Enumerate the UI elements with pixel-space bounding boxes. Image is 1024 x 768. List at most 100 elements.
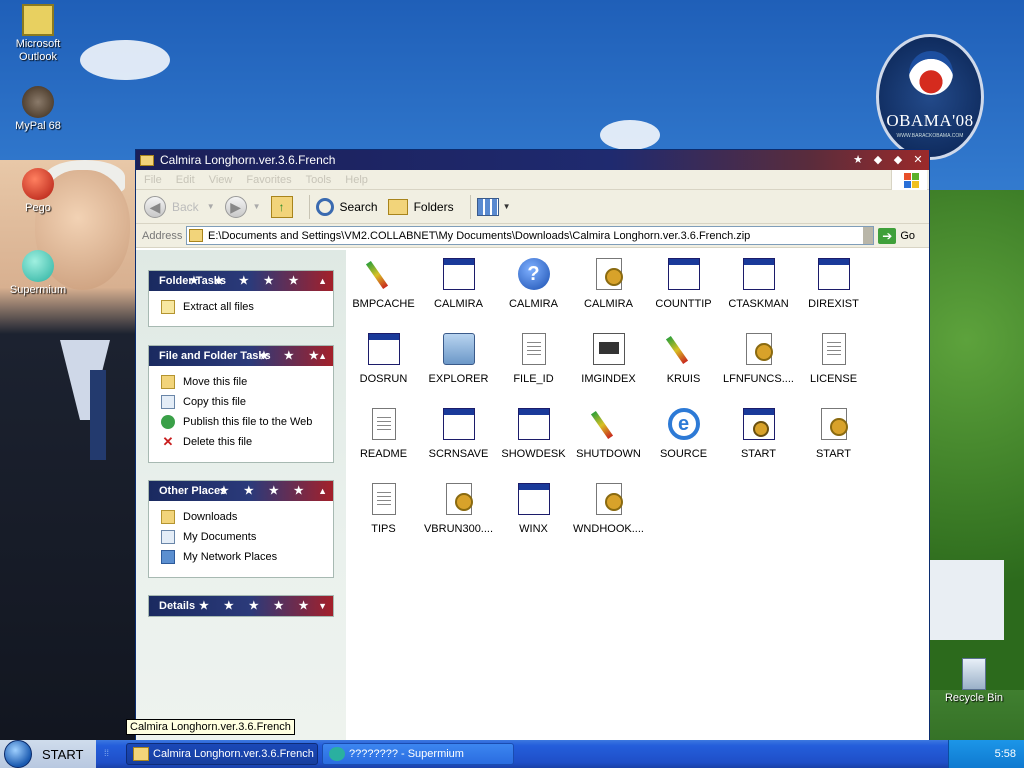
star-icon[interactable]: ★	[849, 152, 867, 168]
file-name: VBRUN300....	[423, 523, 494, 535]
file-item[interactable]: WINX	[496, 483, 571, 535]
file-item[interactable]: WNDHOOK....	[571, 483, 646, 535]
chevron-down-icon: ▼	[502, 202, 511, 211]
menu-help[interactable]: Help	[345, 174, 368, 186]
start-button[interactable]: START	[0, 740, 96, 768]
file-item[interactable]: COUNTTIP	[646, 258, 721, 310]
task-pane: Folder Tasks ★ ★ ★ ★ ★ ▲ Extract all fil…	[136, 250, 346, 740]
details-header[interactable]: Details ★ ★ ★ ★ ★ ▼	[149, 596, 333, 616]
back-button[interactable]: ◀ Back ▼	[144, 195, 215, 218]
desktop-icon-recycle-bin[interactable]: Recycle Bin	[936, 658, 1012, 705]
back-arrow-icon: ◀	[144, 195, 166, 218]
task-extract-all[interactable]: Extract all files	[149, 297, 333, 317]
place-label: My Network Places	[183, 551, 278, 563]
file-name: BMPCACHE	[352, 298, 415, 310]
file-item[interactable]: DOSRUN	[346, 333, 421, 385]
file-name: CALMIRA	[434, 298, 483, 310]
folders-button[interactable]: Folders	[387, 198, 454, 215]
place-downloads[interactable]: Downloads	[149, 507, 333, 527]
file-item[interactable]: START	[796, 408, 871, 460]
desktop-icon-outlook[interactable]: Microsoft Outlook	[0, 4, 76, 64]
go-button[interactable]: ➔ Go	[878, 227, 915, 244]
other-places-header[interactable]: Other Places ★ ★ ★ ★ ▲	[149, 481, 333, 501]
text-document-icon	[821, 333, 846, 365]
close-button[interactable]: ✕	[909, 152, 927, 168]
file-folder-tasks-header[interactable]: File and Folder Tasks ★ ★ ★ ▲	[149, 346, 333, 366]
desktop-house	[924, 560, 1004, 640]
place-network-places[interactable]: My Network Places	[149, 547, 333, 567]
collapse-icon[interactable]: ▲	[318, 271, 327, 291]
window-titlebar[interactable]: Calmira Longhorn.ver.3.6.French ★ ◆ ◆ ✕	[136, 150, 929, 170]
file-item[interactable]: EXPLORER	[421, 333, 496, 385]
task-publish-web[interactable]: Publish this file to the Web	[149, 412, 333, 432]
file-item[interactable]: TIPS	[346, 483, 421, 535]
file-item[interactable]: LICENSE	[796, 333, 871, 385]
maximize-button[interactable]: ◆	[889, 152, 907, 168]
supermium-icon	[329, 747, 345, 761]
stars-decoration: ★ ★ ★ ★	[219, 485, 310, 497]
views-icon	[476, 197, 499, 216]
my-documents-icon	[161, 530, 175, 544]
file-item[interactable]: CALMIRA	[571, 258, 646, 310]
file-name: SHUTDOWN	[576, 448, 641, 460]
application-window-icon	[442, 258, 475, 290]
task-delete-file[interactable]: ✕ Delete this file	[149, 432, 333, 452]
forward-button[interactable]: ▶ ▼	[224, 195, 261, 218]
collapse-icon[interactable]: ▲	[318, 346, 327, 366]
desktop-icon-supermium[interactable]: Supermium	[0, 250, 76, 297]
minimize-button[interactable]: ◆	[869, 152, 887, 168]
clock[interactable]: 5:58	[995, 748, 1016, 760]
file-item[interactable]: LFNFUNCS....	[721, 333, 796, 385]
task-move-file[interactable]: Move this file	[149, 372, 333, 392]
file-name: LFNFUNCS....	[723, 373, 794, 385]
menu-favorites[interactable]: Favorites	[246, 174, 291, 186]
toolbar-separator	[469, 194, 471, 219]
desktop-photo-person	[0, 160, 135, 740]
file-item[interactable]: BMPCACHE	[346, 258, 421, 310]
file-item[interactable]: CALMIRA	[421, 258, 496, 310]
file-item[interactable]: DIREXIST	[796, 258, 871, 310]
file-name: COUNTTIP	[655, 298, 712, 310]
taskbar-button-supermium[interactable]: ???????? - Supermium	[322, 743, 514, 765]
text-document-icon	[371, 408, 396, 440]
file-item[interactable]: IMGINDEX	[571, 333, 646, 385]
place-my-documents[interactable]: My Documents	[149, 527, 333, 547]
taskbar-button-explorer[interactable]: Calmira Longhorn.ver.3.6.French	[126, 743, 318, 765]
file-item[interactable]: SCRNSAVE	[421, 408, 496, 460]
campaign-badge: OBAMA'08 WWW.BARACKOBAMA.COM	[876, 34, 984, 160]
file-item[interactable]: KRUIS	[646, 333, 721, 385]
folder-icon	[133, 747, 149, 761]
desktop-icon-pego[interactable]: Pego	[0, 168, 76, 215]
file-name: CALMIRA	[584, 298, 633, 310]
file-name: SHOWDESK	[501, 448, 566, 460]
explorer-window: Calmira Longhorn.ver.3.6.French ★ ◆ ◆ ✕ …	[135, 149, 930, 741]
menu-file[interactable]: File	[144, 174, 162, 186]
setup-window-icon	[742, 408, 775, 440]
expand-icon[interactable]: ▼	[318, 596, 327, 616]
help-file-icon: ?	[517, 258, 550, 290]
folder-tasks-header[interactable]: Folder Tasks ★ ★ ★ ★ ★ ▲	[149, 271, 333, 291]
up-folder-button[interactable]: ↑	[270, 195, 293, 218]
collapse-icon[interactable]: ▲	[318, 481, 327, 501]
file-item[interactable]: SHOWDESK	[496, 408, 571, 460]
menu-view[interactable]: View	[209, 174, 233, 186]
file-item[interactable]: e SOURCE	[646, 408, 721, 460]
file-item[interactable]: FILE_ID	[496, 333, 571, 385]
file-item[interactable]: SHUTDOWN	[571, 408, 646, 460]
task-copy-file[interactable]: Copy this file	[149, 392, 333, 412]
views-button[interactable]: ▼	[476, 197, 511, 216]
badge-subtext: WWW.BARACKOBAMA.COM	[896, 133, 964, 139]
copy-icon	[161, 395, 175, 409]
file-item[interactable]: CTASKMAN	[721, 258, 796, 310]
file-item[interactable]: README	[346, 408, 421, 460]
file-item[interactable]: START	[721, 408, 796, 460]
desktop-icon-mypal[interactable]: MyPal 68	[0, 86, 76, 133]
menu-tools[interactable]: Tools	[306, 174, 332, 186]
search-button[interactable]: Search	[315, 197, 378, 216]
address-dropdown[interactable]	[863, 227, 874, 244]
address-input[interactable]: E:\Documents and Settings\VM2.COLLABNET\…	[186, 226, 875, 245]
file-item[interactable]: ? CALMIRA	[496, 258, 571, 310]
menu-edit[interactable]: Edit	[176, 174, 195, 186]
file-name: TIPS	[371, 523, 396, 535]
file-item[interactable]: VBRUN300....	[421, 483, 496, 535]
